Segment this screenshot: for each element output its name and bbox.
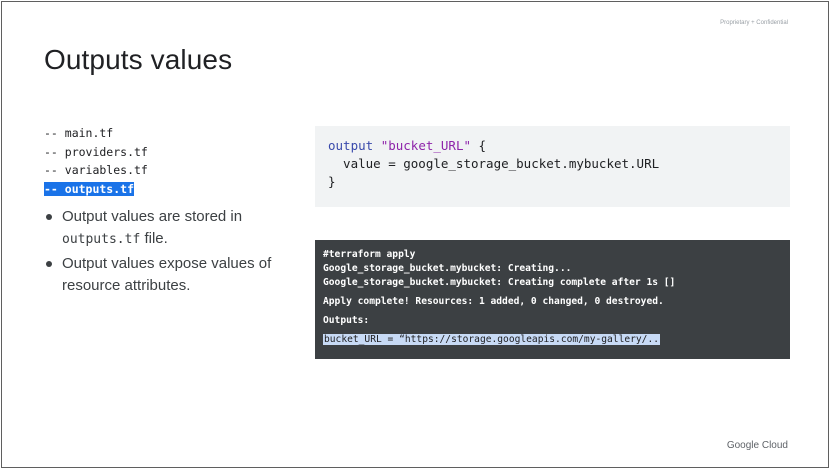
bullet-code: outputs.tf: [62, 231, 141, 247]
bullet-list: Output values are stored in outputs.tf fi…: [44, 206, 294, 299]
file-item-outputs: -- outputs.tf: [44, 180, 148, 199]
terminal-line: Apply complete! Resources: 1 added, 0 ch…: [323, 296, 664, 307]
code-string: "bucket_URL": [380, 138, 471, 153]
terminal-line: Google_storage_bucket.mybucket: Creating…: [323, 277, 676, 288]
code-keyword: output: [328, 138, 374, 153]
terminal-line-highlighted: bucket_URL = “https://storage.googleapis…: [323, 333, 782, 347]
terminal-line: Outputs:: [323, 315, 370, 326]
file-tree: -- main.tf -- providers.tf -- variables.…: [44, 124, 148, 198]
bullet-text: Output values are stored in: [62, 208, 243, 225]
file-item-main: -- main.tf: [44, 124, 148, 143]
terminal-line: Google_storage_bucket.mybucket: Creating…: [323, 263, 572, 274]
file-item-label: -- variables.tf: [44, 163, 148, 177]
code-brace: {: [471, 138, 487, 153]
terminal-line: #terraform apply: [323, 249, 416, 260]
file-item-label: -- main.tf: [44, 126, 114, 140]
bullet-item: Output values are stored in outputs.tf fi…: [44, 206, 294, 250]
highlighted-output: bucket_URL = “https://storage.googleapis…: [323, 334, 661, 345]
code-block: output "bucket_URL" { value = google_sto…: [315, 126, 790, 207]
slide: Proprietary + Confidential Outputs value…: [1, 1, 829, 468]
bullet-text: file.: [140, 229, 168, 247]
bullet-text: Output values expose values of resource …: [62, 255, 272, 294]
code-line: value = google_storage_bucket.mybucket.U…: [328, 156, 660, 171]
code-line: output "bucket_URL" {: [328, 137, 777, 155]
code-line: }: [328, 174, 336, 189]
brand-logo: Google Cloud: [726, 440, 788, 451]
bullet-item: Output values expose values of resource …: [44, 253, 294, 296]
file-item-label: -- outputs.tf: [44, 181, 135, 196]
page-title: Outputs values: [44, 44, 233, 75]
terminal-output: #terraform apply Google_storage_bucket.m…: [315, 240, 790, 359]
file-item-providers: -- providers.tf: [44, 143, 148, 162]
confidential-label: Proprietary + Confidential: [720, 20, 788, 26]
file-item-label: -- providers.tf: [44, 144, 148, 159]
file-item-variables: -- variables.tf: [44, 161, 148, 180]
